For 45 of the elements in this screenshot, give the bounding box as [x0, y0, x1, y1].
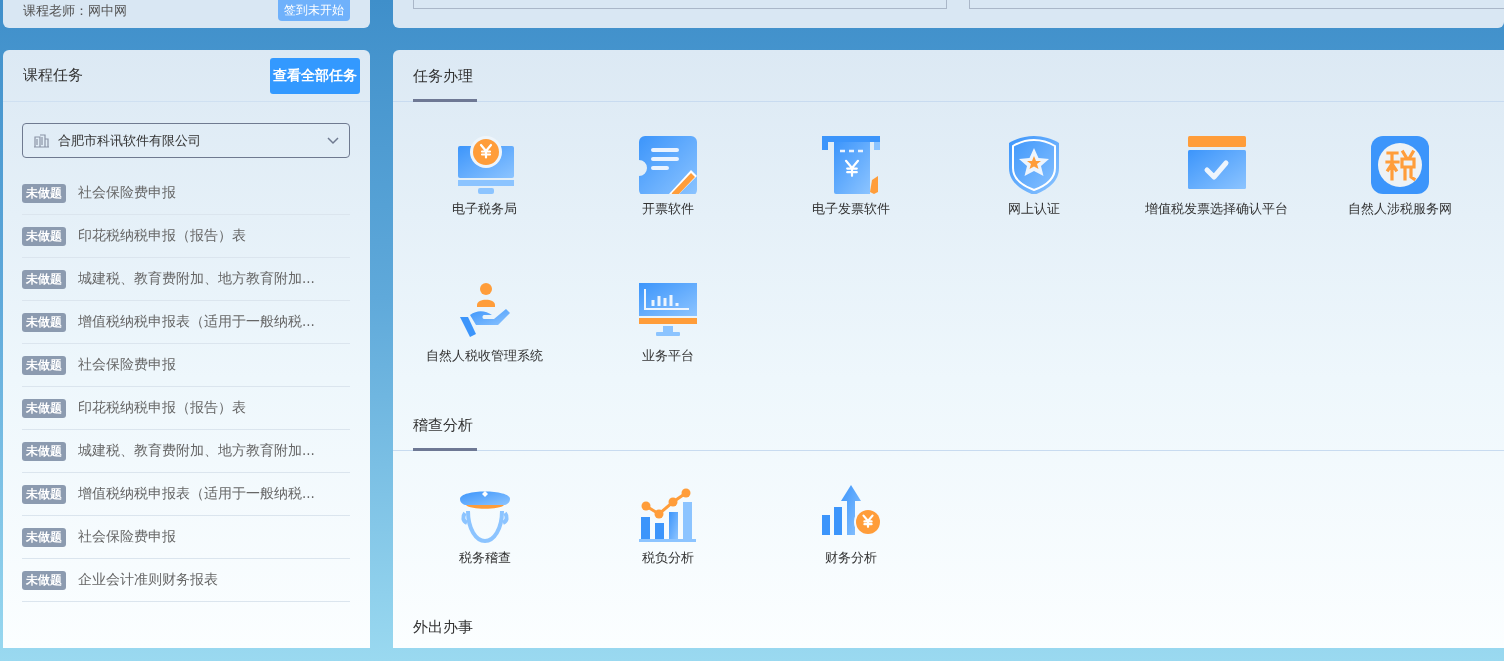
seal-icon	[1370, 136, 1429, 194]
status-badge: 未做题	[22, 527, 66, 547]
task-link[interactable]: 社会保险费申报	[78, 356, 176, 374]
company-select[interactable]: 合肥市科讯软件有限公司	[22, 123, 350, 158]
ticket-pencil-icon	[638, 136, 697, 194]
app-link[interactable]: 税务稽查	[393, 485, 576, 567]
status-badge: 未做题	[22, 226, 66, 246]
app-link[interactable]: 自然人涉税服务网	[1308, 136, 1491, 218]
chevron-down-icon	[327, 136, 339, 145]
app-link[interactable]: 财务分析	[759, 485, 942, 567]
app-link[interactable]: 电子发票软件	[759, 136, 942, 218]
status-badge: 未做题	[22, 398, 66, 418]
app-link[interactable]: 业务平台	[576, 283, 759, 365]
task-link[interactable]: 印花税纳税申报（报告）表	[78, 399, 246, 417]
status-badge: 未做题	[22, 441, 66, 461]
app-link[interactable]: 电子税务局	[393, 136, 576, 218]
section-tab[interactable]: 任务办理	[413, 67, 477, 102]
app-link[interactable]: 税负分析	[576, 485, 759, 567]
task-link[interactable]: 印花税纳税申报（报告）表	[78, 227, 246, 245]
app-link[interactable]: 自然人税收管理系统	[393, 283, 576, 365]
task-link[interactable]: 增值税纳税申报表（适用于一般纳税...	[78, 485, 315, 503]
task-link[interactable]: 城建税、教育费附加、地方教育附加...	[78, 270, 315, 288]
monitor-coin-icon	[455, 136, 514, 194]
status-badge: 未做题	[22, 183, 66, 203]
status-badge: 未做题	[22, 269, 66, 289]
input-field[interactable]	[969, 0, 1504, 9]
app-link[interactable]: 网上认证	[942, 136, 1125, 218]
status-badge: 未做题	[22, 312, 66, 332]
receipt-icon	[821, 136, 880, 194]
task-link[interactable]: 增值税纳税申报表（适用于一般纳税...	[78, 313, 315, 331]
teacher-label: 课程老师：网中网	[23, 2, 127, 20]
task-link[interactable]: 社会保险费申报	[78, 528, 176, 546]
status-badge: 未做题	[22, 355, 66, 375]
section-tab[interactable]: 外出办事	[413, 618, 477, 648]
task-link[interactable]: 社会保险费申报	[78, 184, 176, 202]
app-link[interactable]: 开票软件	[576, 136, 759, 218]
building-icon	[33, 133, 50, 148]
app-link[interactable]: 增值税发票选择确认平台	[1125, 136, 1308, 218]
section-tab[interactable]: 稽查分析	[413, 416, 477, 451]
status-badge: 未做题	[22, 570, 66, 590]
task-link[interactable]: 企业会计准则财务报表	[78, 571, 218, 589]
status-badge: 未做题	[22, 484, 66, 504]
panel-title: 课程任务	[23, 66, 83, 85]
input-field[interactable]	[413, 0, 947, 9]
task-link[interactable]: 城建税、教育费附加、地方教育附加...	[78, 442, 315, 460]
